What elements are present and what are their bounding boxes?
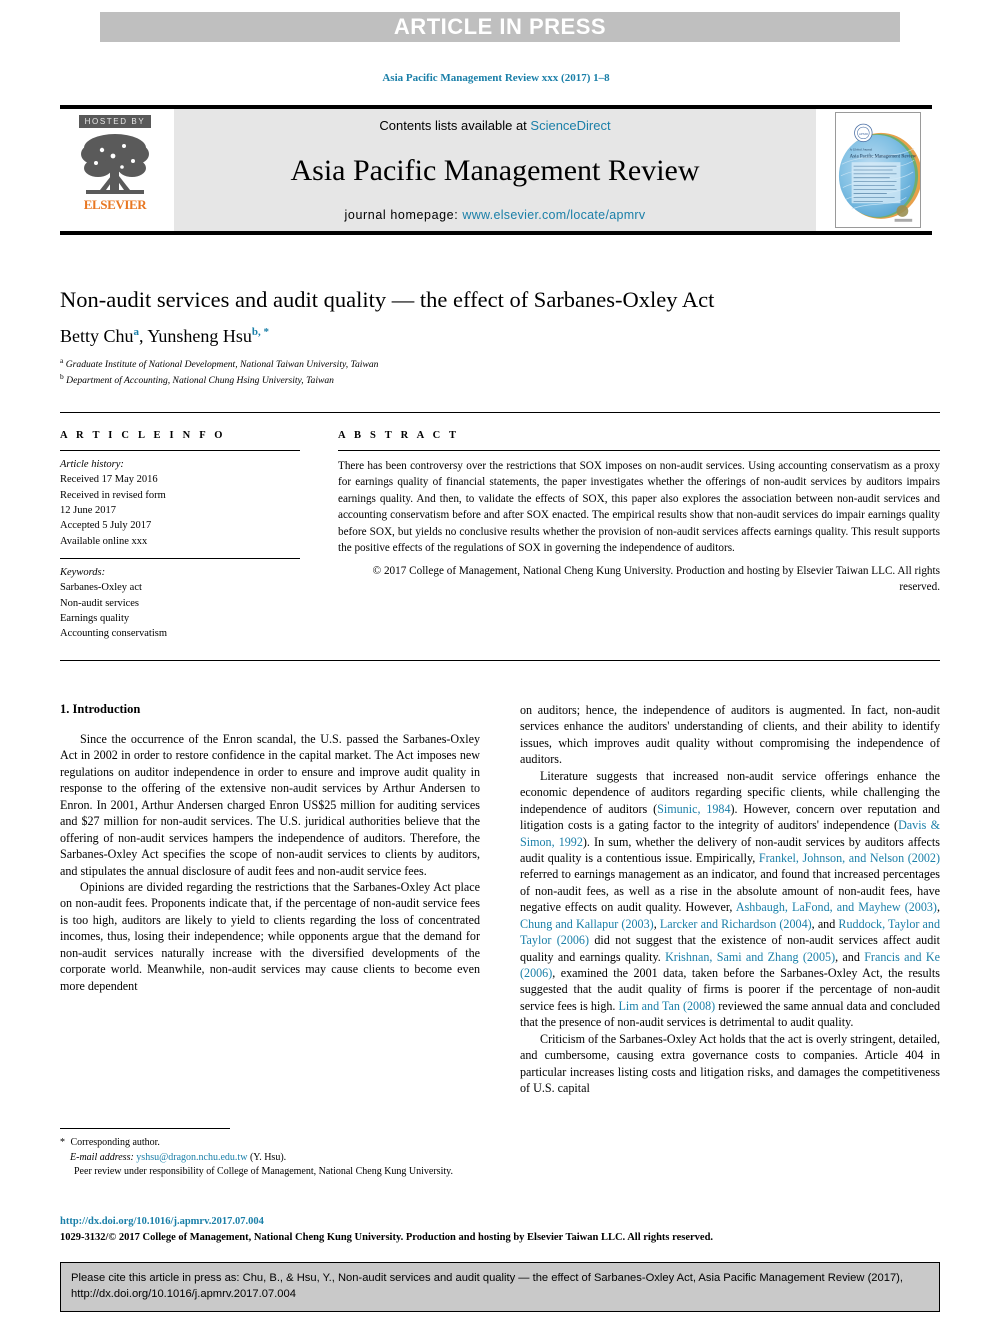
journal-cover-block: APMR A Global Journal Asia Pacific Manag… [824, 109, 932, 231]
journal-reference-line: Asia Pacific Management Review xxx (2017… [382, 72, 610, 84]
email-suffix: (Y. Hsu). [247, 1151, 287, 1163]
article-history-label: Article history: [60, 459, 124, 470]
keywords-label: Keywords: [60, 566, 106, 578]
article-in-press-label: ARTICLE IN PRESS [393, 14, 607, 39]
article-history-item: Available online xxx [60, 535, 148, 547]
masthead-center: Contents lists available at ScienceDirec… [174, 109, 816, 231]
article-history-item: Received 17 May 2016 [60, 474, 158, 486]
abstract-column: A B S T R A C T There has been controver… [338, 430, 940, 596]
citation-text: Please cite this article in press as: Ch… [71, 1272, 904, 1301]
citation-link[interactable]: Frankel, Johnson, and Nelson (2002) [759, 851, 940, 865]
affiliation-list: a Graduate Institute of National Develop… [60, 356, 940, 388]
author-separator: , Yunsheng Hsu [139, 326, 252, 346]
email-link[interactable]: yshsu@dragon.nchu.edu.tw [136, 1152, 247, 1163]
abstract-rule [338, 450, 940, 451]
keyword-item: Sarbanes-Oxley act [60, 582, 142, 594]
paragraph-text: , [936, 900, 940, 915]
paragraph: on auditors; hence, the independence of … [520, 703, 940, 767]
elsevier-tree-icon [81, 134, 149, 194]
paragraph: Since the occurrence of the Enron scanda… [60, 732, 480, 878]
contents-list-line: Contents lists available at ScienceDirec… [379, 118, 610, 133]
abstract-heading: A B S T R A C T [338, 430, 460, 441]
paragraph-text: , and [835, 949, 865, 964]
affiliation-b: b Department of Accounting, National Chu… [60, 372, 940, 388]
citation-link[interactable]: Krishnan, Sami and Zhang (2005) [665, 950, 835, 964]
svg-text:Asia Pacific Management Review: Asia Pacific Management Review [850, 154, 917, 159]
journal-title: Asia Pacific Management Review [290, 153, 700, 187]
paragraph: Criticism of the Sarbanes-Oxley Act hold… [520, 1031, 940, 1096]
body-column-left: 1. Introduction Since the occurrence of … [60, 702, 480, 1097]
journal-homepage-line: journal homepage: www.elsevier.com/locat… [345, 208, 646, 222]
citation-link[interactable]: Ashbaugh, LaFond, and Mayhew (2003) [736, 900, 937, 914]
citation-link[interactable]: Lim and Tan (2008) [618, 999, 715, 1013]
doi-link[interactable]: http://dx.doi.org/10.1016/j.apmrv.2017.0… [60, 1216, 940, 1227]
affiliation-a: a Graduate Institute of National Develop… [60, 356, 940, 372]
paragraph-with-citations: Literature suggests that increased non-a… [520, 768, 940, 1031]
peer-review-note: Peer review under responsibility of Coll… [74, 1166, 453, 1177]
body-column-right: on auditors; hence, the independence of … [520, 702, 940, 1097]
keyword-item: Accounting conservatism [60, 628, 168, 640]
corresponding-author-marker: * [60, 1137, 65, 1148]
citation-box: Please cite this article in press as: Ch… [60, 1262, 940, 1312]
affiliation-b-text: Department of Accounting, National Chung… [63, 375, 334, 387]
author-list: Betty Chua, Yunsheng Hsub, * [60, 326, 940, 347]
article-history-block: Article history: Received 17 May 2016 Re… [60, 457, 300, 549]
citation-link[interactable]: Simunic, 1984 [657, 802, 730, 816]
keywords-block: Keywords: Sarbanes-Oxley act Non-audit s… [60, 565, 300, 642]
article-body: 1. Introduction Since the occurrence of … [60, 702, 940, 1097]
abstract-text: There has been controversy over the rest… [338, 460, 940, 555]
author-1: Betty Chu [60, 326, 134, 346]
article-history-item: 12 June 2017 [60, 504, 116, 516]
paragraph-text: , and [811, 916, 839, 931]
article-info-heading: A R T I C L E I N F O [60, 430, 226, 441]
article-info-column: A R T I C L E I N F O Article history: R… [60, 430, 300, 642]
svg-text:A Global Journal: A Global Journal [850, 147, 873, 151]
svg-text:APMR: APMR [859, 132, 869, 136]
contents-prefix: Contents lists available at [379, 118, 531, 133]
hosted-by-block: HOSTED BY ELSEVIER [60, 109, 170, 231]
article-in-press-banner: ARTICLE IN PRESS [100, 12, 900, 42]
copyright-line: 1029-3132/© 2017 College of Management, … [60, 1232, 714, 1243]
email-note: E-mail address: yshsu@dragon.nchu.edu.tw… [60, 1151, 490, 1166]
title-block: Non-audit services and audit quality — t… [60, 286, 940, 388]
hosted-by-label: HOSTED BY [78, 115, 152, 128]
article-history-item: Accepted 5 July 2017 [60, 520, 152, 532]
homepage-prefix: journal homepage: [344, 208, 463, 222]
article-history-item: Received in revised form [60, 489, 166, 501]
sciencedirect-link[interactable]: ScienceDirect [530, 118, 610, 133]
journal-homepage-link[interactable]: www.elsevier.com/locate/apmrv [462, 208, 645, 222]
page-title: Non-audit services and audit quality — t… [60, 287, 715, 312]
citation-link[interactable]: Larcker and Richardson (2004) [660, 917, 812, 931]
journal-cover-artwork-icon: APMR A Global Journal Asia Pacific Manag… [836, 113, 920, 227]
abstract-copyright: © 2017 College of Management, National C… [372, 564, 940, 594]
email-label: E-mail address: [70, 1151, 134, 1163]
keyword-item: Earnings quality [60, 612, 130, 624]
citation-link[interactable]: Chung and Kallapur (2003) [520, 917, 654, 931]
info-section-bottom-rule [60, 660, 940, 661]
corresponding-author-text: Corresponding author. [68, 1137, 160, 1148]
footnote-rule [60, 1128, 230, 1129]
keywords-rule [60, 557, 300, 559]
author-2-affiliation-marker[interactable]: b, * [252, 326, 269, 338]
corresponding-author-note: * Corresponding author. [60, 1136, 490, 1151]
elsevier-wordmark: ELSEVIER [83, 197, 147, 212]
info-section-top-rule [60, 412, 940, 413]
keyword-item: Non-audit services [60, 597, 140, 609]
affiliation-a-text: Graduate Institute of National Developme… [63, 359, 379, 371]
article-info-rule [60, 450, 300, 451]
journal-masthead: HOSTED BY ELSEVIER Contents lists availa… [60, 105, 932, 235]
section-heading-introduction: 1. Introduction [60, 702, 141, 716]
paragraph: Opinions are divided regarding the restr… [60, 879, 480, 993]
footnote-block: * Corresponding author. E-mail address: … [60, 1136, 490, 1180]
journal-cover-thumbnail: APMR A Global Journal Asia Pacific Manag… [835, 112, 921, 228]
